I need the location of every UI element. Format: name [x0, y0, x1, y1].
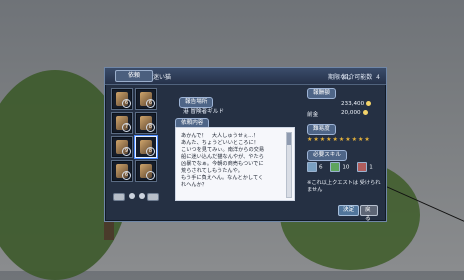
location-text: 港 冒険者ギルド [183, 109, 224, 115]
difficulty-tag: 難易度 [307, 124, 336, 135]
small-button-right[interactable] [147, 193, 159, 201]
skill-value-2: 10 [342, 164, 350, 171]
advance-value: 20,000 [341, 110, 361, 116]
slot-footer [113, 192, 159, 201]
location-box: 港 冒険者ギルド [179, 106, 297, 116]
slot-2[interactable]: 6 [135, 88, 157, 110]
request-box: あかんで！ 大人しゅうせぇ…！ あんた、ちょうどいいところに！ こいつを見てみぃ… [175, 127, 295, 201]
accept-button[interactable]: 決定 [338, 205, 360, 216]
tab-quest[interactable]: 依頼 [115, 70, 153, 82]
coin-icon [366, 101, 372, 106]
reward-tag: 報酬額 [307, 88, 336, 99]
reward-advance: 前金 [307, 110, 318, 118]
quest-slot-grid: 6 6 7 8 9 8 6 [111, 88, 161, 186]
skill-icon-1 [307, 162, 317, 172]
slot-mark: 9 [122, 147, 131, 156]
slot-mark: 8 [146, 123, 155, 132]
slot-8[interactable] [135, 160, 157, 182]
reward-amount-value: 233,400 [341, 101, 365, 107]
slot-mark [146, 171, 155, 180]
dialog-buttons: 決定 戻る [338, 205, 378, 222]
slot-5[interactable]: 9 [111, 136, 133, 158]
arrow-button-left[interactable] [129, 193, 135, 199]
dialog-header: 依頼 迷い猫 期限なし 紹介可能数 4 [105, 68, 386, 85]
advance-label: 前金 [307, 112, 319, 118]
coin-icon [362, 110, 368, 115]
slot-mark: 6 [122, 99, 131, 108]
request-text: あかんで！ 大人しゅうせぇ…！ あんた、ちょうどいいところに！ こいつを見てみぃ… [181, 133, 265, 188]
reward-amount: 233,400 [341, 101, 372, 107]
difficulty-stars: ★★★★★★★★★★ [307, 136, 371, 143]
quest-count-label: 紹介可能数 [342, 74, 373, 81]
small-button-left[interactable] [113, 193, 125, 201]
skill-tag: 必要スキル [307, 150, 347, 161]
scroll-thumb[interactable] [287, 133, 291, 145]
slot-1[interactable]: 6 [111, 88, 133, 110]
quest-dialog: 依頼 迷い猫 期限なし 紹介可能数 4 6 6 7 8 9 8 6 報告場所 港… [104, 67, 387, 222]
quest-title: 迷い猫 [153, 74, 172, 81]
quest-limit-note: ※これ以上クエストは 受けられません [307, 180, 381, 193]
slot-mark: 8 [146, 147, 155, 156]
reward-advance-value: 20,000 [341, 110, 368, 116]
request-scrollbar[interactable] [286, 132, 292, 198]
slot-6-selected[interactable]: 8 [135, 136, 157, 158]
slot-7[interactable]: 6 [111, 160, 133, 182]
slot-mark: 7 [122, 123, 131, 132]
quest-count-value: 4 [376, 74, 380, 81]
skill-value-1: 6 [319, 164, 323, 171]
skill-row: 6 10 1 [307, 162, 379, 172]
arrow-button-right[interactable] [139, 193, 145, 199]
reward-area: 報酬額 233,400 前金 20,000 難易度 ★★★★★★★★★★ 必要ス… [307, 88, 380, 196]
slot-mark: 6 [122, 171, 131, 180]
quest-count: 紹介可能数 4 [342, 72, 380, 81]
back-button[interactable]: 戻る [360, 205, 378, 222]
skill-icon-2 [330, 162, 341, 172]
slot-mark: 6 [146, 99, 155, 108]
skill-icon-3 [357, 162, 368, 172]
skill-value-3: 1 [369, 164, 373, 171]
slot-3[interactable]: 7 [111, 112, 133, 134]
slot-4[interactable]: 8 [135, 112, 157, 134]
